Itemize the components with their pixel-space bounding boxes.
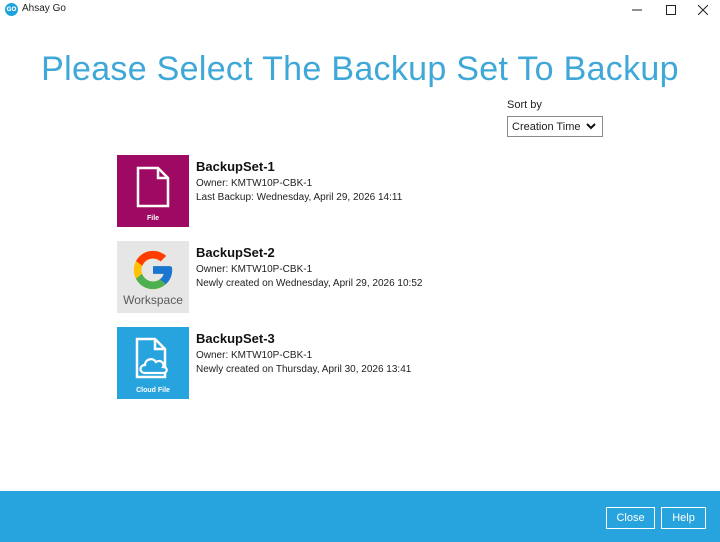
backup-set-name: BackupSet-3: [196, 331, 275, 346]
backup-set-status: Last Backup: Wednesday, April 29, 2026 1…: [196, 192, 403, 203]
minimize-button[interactable]: [620, 0, 654, 20]
backup-set-item-2[interactable]: Workspace BackupSet-2 Owner: KMTW10P-CBK…: [117, 241, 597, 313]
maximize-icon: [666, 5, 676, 15]
backup-set-item-1[interactable]: File BackupSet-1 Owner: KMTW10P-CBK-1 La…: [117, 155, 597, 227]
window-title: Ahsay Go: [22, 3, 66, 14]
backup-set-item-3[interactable]: Cloud File BackupSet-3 Owner: KMTW10P-CB…: [117, 327, 597, 399]
backup-set-name: BackupSet-1: [196, 159, 275, 174]
google-workspace-icon: [133, 250, 173, 290]
app-logo-icon: GO: [5, 3, 18, 16]
sort-by-label: Sort by: [507, 99, 542, 111]
chevron-down-icon: [586, 123, 596, 130]
sort-by-dropdown[interactable]: Creation Time: [507, 116, 603, 137]
backup-set-info: BackupSet-1 Owner: KMTW10P-CBK-1 Last Ba…: [196, 155, 402, 205]
backup-set-status: Newly created on Wednesday, April 29, 20…: [196, 278, 423, 289]
cloud-file-icon: [135, 337, 168, 379]
minimize-icon: [632, 9, 642, 11]
backup-type-label: Workspace: [123, 293, 183, 307]
backup-set-type-tile: Workspace: [117, 241, 189, 313]
maximize-button[interactable]: [654, 0, 688, 20]
backup-set-status: Newly created on Thursday, April 30, 202…: [196, 364, 412, 375]
close-window-button[interactable]: [686, 0, 720, 20]
backup-set-owner: Owner: KMTW10P-CBK-1: [196, 350, 313, 361]
backup-set-name: BackupSet-2: [196, 245, 275, 260]
sort-by-value: Creation Time: [512, 120, 581, 133]
backup-type-label: Cloud File: [136, 387, 170, 394]
file-icon: [136, 166, 170, 208]
backup-set-info: BackupSet-3 Owner: KMTW10P-CBK-1 Newly c…: [196, 327, 411, 377]
help-button[interactable]: Help: [661, 507, 706, 529]
title-bar: GO Ahsay Go: [0, 0, 720, 20]
backup-set-list: File BackupSet-1 Owner: KMTW10P-CBK-1 La…: [117, 155, 597, 413]
backup-set-type-tile: Cloud File: [117, 327, 189, 399]
close-icon: [698, 5, 708, 15]
backup-type-label: File: [146, 215, 160, 222]
app-window: GO Ahsay Go Please Select The Backup Set…: [0, 0, 720, 542]
page-title: Please Select The Backup Set To Backup: [41, 50, 679, 88]
close-button[interactable]: Close: [606, 507, 655, 529]
backup-set-owner: Owner: KMTW10P-CBK-1: [196, 178, 313, 189]
backup-set-info: BackupSet-2 Owner: KMTW10P-CBK-1 Newly c…: [196, 241, 422, 291]
backup-set-owner: Owner: KMTW10P-CBK-1: [196, 264, 313, 275]
footer-bar: Close Help: [0, 491, 720, 542]
backup-set-type-tile: File: [117, 155, 189, 227]
